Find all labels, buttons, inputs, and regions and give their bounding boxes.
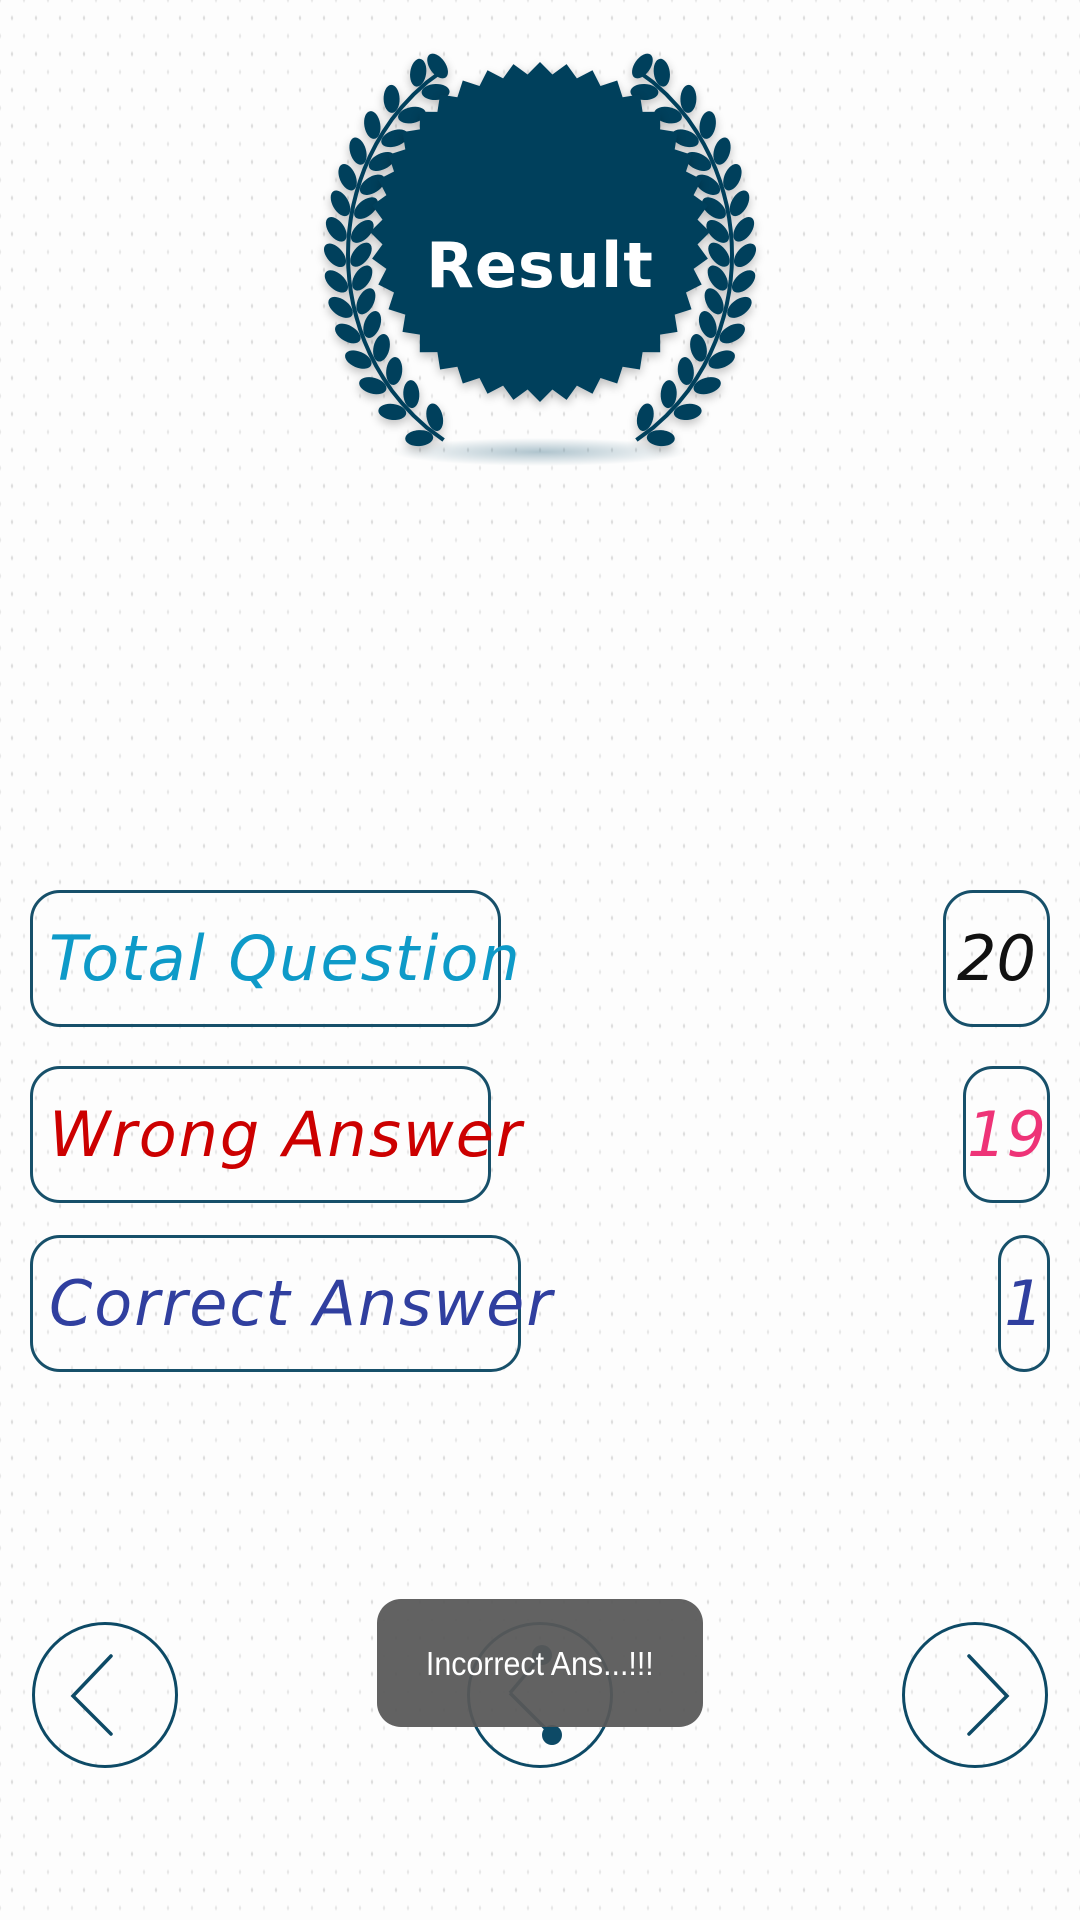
correct-answer-label: Correct Answer (49, 1266, 554, 1340)
stat-label-box: Correct Answer (30, 1235, 552, 1372)
chevron-left-icon (70, 1654, 113, 1736)
stat-value-box: 19 (963, 1066, 1050, 1203)
total-question-value: 20 (957, 921, 1036, 995)
result-title: Result (426, 229, 654, 302)
stat-label-box: Wrong Answer (30, 1066, 521, 1203)
laurel-leaf (680, 84, 697, 113)
laurel-leaf (383, 84, 400, 113)
result-badge: Result (300, 40, 780, 480)
total-question-label: Total Question (49, 921, 522, 995)
toast-text: Incorrect Ans...!!! (426, 1644, 654, 1682)
stat-value-box: 20 (943, 890, 1050, 1027)
wrong-answer-label: Wrong Answer (49, 1097, 524, 1171)
previous-button[interactable] (32, 1622, 178, 1768)
laurel-leaf (427, 53, 448, 79)
next-button[interactable] (902, 1622, 1048, 1768)
wrong-answer-value: 19 (967, 1097, 1046, 1171)
stat-value-box: 1 (998, 1235, 1050, 1372)
badge-shadow (390, 438, 690, 466)
stat-label-box: Total Question (30, 890, 520, 1027)
correct-answer-value: 1 (1004, 1266, 1044, 1340)
toast-message: Incorrect Ans...!!! (377, 1599, 703, 1727)
chevron-right-icon (967, 1654, 1010, 1736)
laurel-leaf (632, 53, 653, 79)
